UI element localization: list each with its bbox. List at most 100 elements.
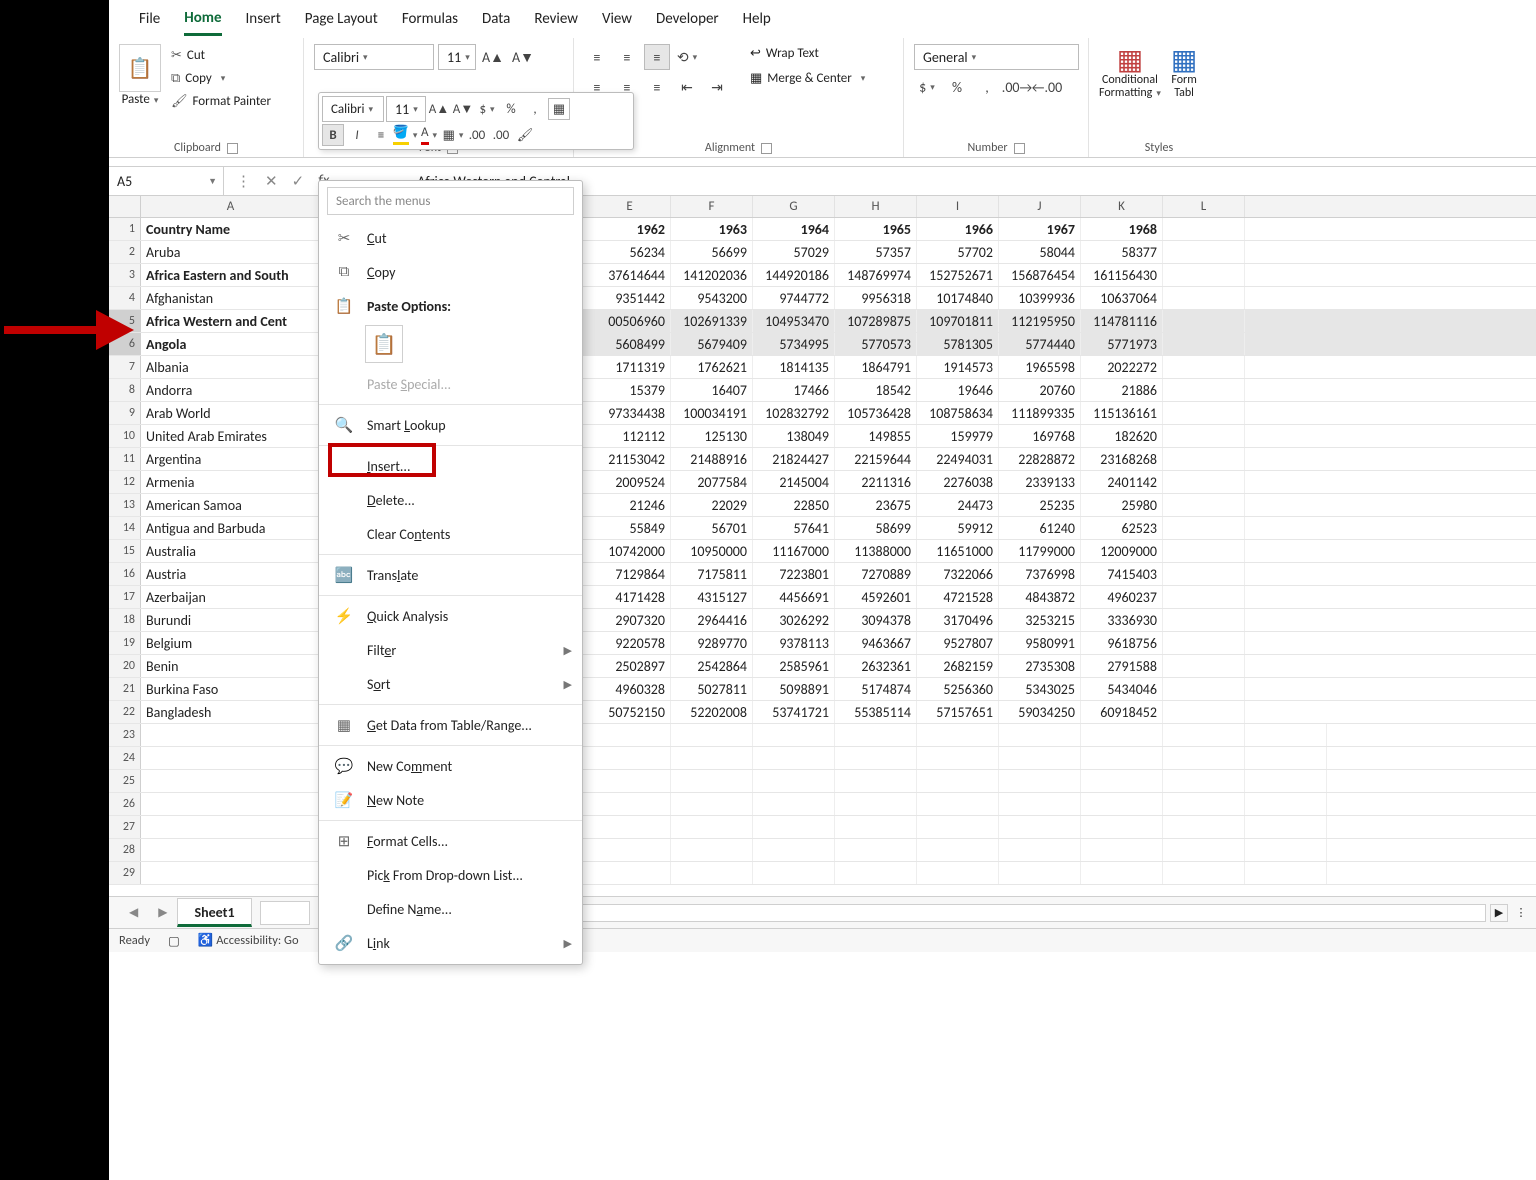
cell[interactable]: 5098891 — [753, 678, 835, 700]
cell[interactable]: 1963 — [671, 218, 753, 240]
cell[interactable] — [917, 770, 999, 792]
format-painter-button[interactable]: 🖌Format Painter — [171, 92, 271, 111]
mini-italic-button[interactable]: I — [346, 124, 368, 146]
cell[interactable]: 58377 — [1081, 241, 1163, 263]
cell[interactable] — [1163, 701, 1245, 723]
row-header[interactable]: 3 — [109, 264, 141, 286]
row-header[interactable]: 26 — [109, 793, 141, 815]
name-box[interactable]: A5▼ — [109, 167, 224, 195]
cell[interactable]: 1914573 — [917, 356, 999, 378]
cell[interactable]: 53741721 — [753, 701, 835, 723]
cell[interactable]: 7376998 — [999, 563, 1081, 585]
cell[interactable]: 00506960 — [589, 310, 671, 332]
cell[interactable] — [917, 839, 999, 861]
cell[interactable]: 21886 — [1081, 379, 1163, 401]
cell[interactable] — [753, 839, 835, 861]
cell[interactable] — [1163, 287, 1245, 309]
cell[interactable] — [1163, 839, 1245, 861]
cell[interactable]: Austria — [141, 563, 321, 585]
cell[interactable] — [1245, 839, 1327, 861]
cell[interactable]: Benin — [141, 655, 321, 677]
cell[interactable] — [1163, 586, 1245, 608]
cell[interactable]: Africa Eastern and South — [141, 264, 321, 286]
cell[interactable]: 2339133 — [999, 471, 1081, 493]
menu-clear-contents[interactable]: Clear Contents — [319, 517, 582, 551]
font-name-combo[interactable]: Calibri — [314, 44, 434, 70]
cell[interactable] — [999, 793, 1081, 815]
cell[interactable]: Australia — [141, 540, 321, 562]
cell[interactable]: 25235 — [999, 494, 1081, 516]
cell[interactable]: 5434046 — [1081, 678, 1163, 700]
macro-record-icon[interactable]: ▢ — [168, 933, 180, 949]
cell[interactable]: 55385114 — [835, 701, 917, 723]
row-header[interactable]: 10 — [109, 425, 141, 447]
cell[interactable]: 1864791 — [835, 356, 917, 378]
row-header[interactable]: 9 — [109, 402, 141, 424]
cell[interactable]: 156876454 — [999, 264, 1081, 286]
cell[interactable] — [1163, 517, 1245, 539]
cell[interactable]: 7129864 — [589, 563, 671, 585]
enter-icon[interactable]: ✓ — [292, 172, 305, 191]
menu-copy[interactable]: ⧉Copy — [319, 255, 582, 289]
cell[interactable]: 1966 — [917, 218, 999, 240]
cell[interactable] — [589, 724, 671, 746]
copy-button[interactable]: ⧉Copy — [171, 69, 271, 88]
menu-link[interactable]: 🔗Link▶ — [319, 926, 582, 960]
format-as-table-label[interactable]: FormTabl — [1171, 74, 1197, 100]
cell[interactable]: 111899335 — [999, 402, 1081, 424]
col-header-a[interactable]: A — [141, 196, 321, 217]
percent-icon[interactable]: % — [944, 74, 970, 100]
cell[interactable]: 22159644 — [835, 448, 917, 470]
cell[interactable] — [1163, 333, 1245, 355]
cell[interactable] — [1081, 747, 1163, 769]
row-header[interactable]: 2 — [109, 241, 141, 263]
cell[interactable]: Andorra — [141, 379, 321, 401]
row-header[interactable]: 11 — [109, 448, 141, 470]
cell[interactable]: 59034250 — [999, 701, 1081, 723]
row-header[interactable]: 25 — [109, 770, 141, 792]
cell[interactable]: 125130 — [671, 425, 753, 447]
row-header[interactable]: 7 — [109, 356, 141, 378]
cell[interactable] — [141, 747, 321, 769]
cell[interactable] — [671, 816, 753, 838]
row-header[interactable]: 1 — [109, 218, 141, 240]
cell[interactable]: Angola — [141, 333, 321, 355]
menu-get-data[interactable]: ▦Get Data from Table/Range... — [319, 708, 582, 742]
row-header[interactable]: 18 — [109, 609, 141, 631]
cell[interactable]: 10742000 — [589, 540, 671, 562]
cell[interactable] — [753, 747, 835, 769]
cell[interactable] — [1163, 310, 1245, 332]
cell[interactable] — [1245, 816, 1327, 838]
cell[interactable] — [753, 793, 835, 815]
cell[interactable] — [753, 816, 835, 838]
menu-search-input[interactable]: Search the menus — [327, 187, 574, 215]
cell[interactable] — [753, 862, 835, 884]
cell[interactable]: 5608499 — [589, 333, 671, 355]
col-header-i[interactable]: I — [917, 196, 999, 217]
cell[interactable]: 22828872 — [999, 448, 1081, 470]
cell[interactable] — [1081, 816, 1163, 838]
cell[interactable]: 9289770 — [671, 632, 753, 654]
cell[interactable] — [1081, 724, 1163, 746]
menu-smart-lookup[interactable]: 🔍Smart Lookup — [319, 408, 582, 442]
cell[interactable] — [671, 793, 753, 815]
cell[interactable]: 161156430 — [1081, 264, 1163, 286]
tab-review[interactable]: Review — [534, 4, 578, 34]
col-header-f[interactable]: F — [671, 196, 753, 217]
cell[interactable]: 1967 — [999, 218, 1081, 240]
cell[interactable]: 4171428 — [589, 586, 671, 608]
font-size-combo[interactable]: 11 — [438, 44, 476, 70]
cell[interactable]: 112112 — [589, 425, 671, 447]
cell[interactable] — [1163, 356, 1245, 378]
cell[interactable]: 138049 — [753, 425, 835, 447]
mini-increase-decimal-icon[interactable]: .00 — [466, 124, 488, 146]
cell[interactable] — [1245, 747, 1327, 769]
cell[interactable]: American Samoa — [141, 494, 321, 516]
cell[interactable] — [1163, 218, 1245, 240]
cell[interactable]: 2964416 — [671, 609, 753, 631]
cell[interactable] — [1163, 678, 1245, 700]
mini-decrease-decimal-icon[interactable]: .00 — [490, 124, 512, 146]
cell[interactable]: 144920186 — [753, 264, 835, 286]
menu-cut[interactable]: ✂Cut — [319, 221, 582, 255]
cell[interactable] — [917, 816, 999, 838]
